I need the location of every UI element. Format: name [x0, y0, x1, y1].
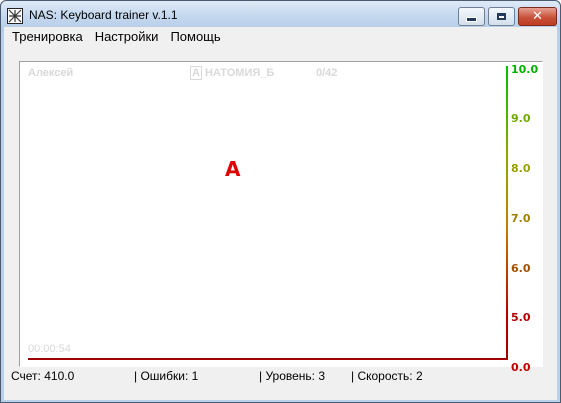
course-name: НАТОМИЯ_Б	[204, 67, 275, 79]
training-canvas[interactable]: Алексей А НАТОМИЯ_Б 0/42 А 00:00:54 10.0 …	[19, 61, 543, 374]
window-title: NAS: Keyboard trainer v.1.1	[29, 8, 178, 22]
status-score: Счет: 410.0	[11, 369, 75, 383]
scale-label-8: 8.0	[511, 162, 531, 175]
course-marker: А	[190, 66, 202, 80]
app-window: NAS: Keyboard trainer v.1.1 ✕ Тренировка…	[0, 0, 561, 403]
status-level: | Уровень: 3	[259, 369, 326, 383]
user-name: Алексей	[28, 67, 74, 79]
menu-item-training[interactable]: Тренировка	[6, 27, 89, 47]
target-letter: А	[225, 157, 241, 181]
scale-label-9: 9.0	[511, 112, 531, 125]
typing-baseline	[28, 358, 506, 360]
menu-item-settings[interactable]: Настройки	[89, 27, 165, 47]
status-errors: | Ошибки: 1	[134, 369, 199, 383]
minimize-button[interactable]	[458, 7, 485, 26]
status-bar: Счет: 410.0 | Ошибки: 1 | Уровень: 3 | С…	[4, 366, 557, 386]
maximize-button[interactable]	[488, 7, 515, 26]
course-label: А НАТОМИЯ_Б	[190, 66, 275, 80]
client-area: Тренировка Настройки Помощь Алексей А НАТ…	[4, 27, 557, 400]
minimize-icon	[466, 17, 477, 22]
close-icon: ✕	[532, 9, 543, 24]
progress-counter: 0/42	[316, 67, 338, 79]
speed-scale-bar	[506, 66, 508, 360]
scale-label-5: 5.0	[511, 311, 531, 324]
app-keyboard-icon[interactable]	[7, 8, 23, 24]
maximize-icon	[497, 13, 506, 20]
scale-label-7: 7.0	[511, 212, 531, 225]
scale-label-6: 6.0	[511, 262, 531, 275]
menu-bar: Тренировка Настройки Помощь	[4, 27, 557, 47]
elapsed-timer: 00:00:54	[28, 343, 71, 355]
menu-item-help[interactable]: Помощь	[164, 27, 226, 47]
scale-label-10: 10.0	[511, 63, 539, 76]
status-speed: | Скорость: 2	[351, 369, 423, 383]
close-button[interactable]: ✕	[518, 7, 557, 26]
